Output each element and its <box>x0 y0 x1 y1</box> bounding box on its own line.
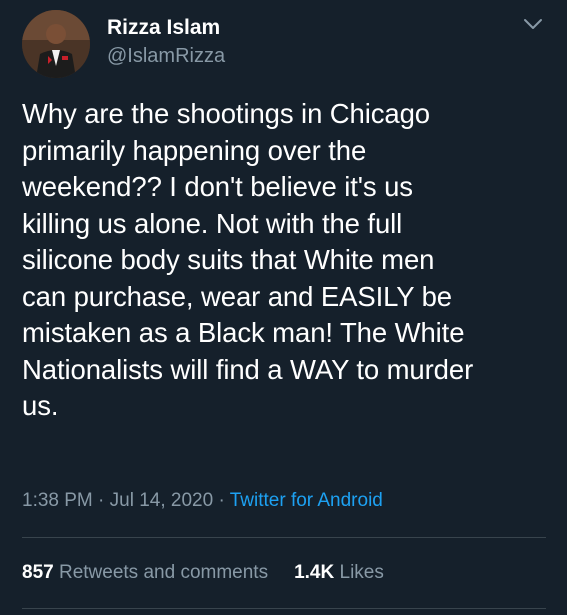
retweets-count: 857 <box>22 562 54 583</box>
likes-stat[interactable]: 1.4K Likes <box>294 562 384 583</box>
avatar[interactable] <box>22 10 90 78</box>
avatar-image <box>22 10 90 78</box>
divider <box>22 537 546 538</box>
meta-separator: · <box>98 490 105 511</box>
tweet-meta: 1:38 PM · Jul 14, 2020 · Twitter for And… <box>22 490 383 512</box>
tweet-time[interactable]: 1:38 PM <box>22 490 93 511</box>
tweet-card: Rizza Islam @IslamRizza Why are the shoo… <box>0 0 567 615</box>
likes-count: 1.4K <box>294 562 335 583</box>
tweet-source-link[interactable]: Twitter for Android <box>230 490 383 511</box>
tweet-text: Why are the shootings in Chicago primari… <box>22 98 474 421</box>
retweets-stat[interactable]: 857 Retweets and comments <box>22 562 268 583</box>
tweet-stats: 857 Retweets and comments 1.4K Likes <box>22 562 384 584</box>
user-handle[interactable]: @IslamRizza <box>107 45 225 68</box>
chevron-down-icon[interactable] <box>521 16 545 34</box>
display-name[interactable]: Rizza Islam <box>107 16 220 40</box>
tweet-date[interactable]: Jul 14, 2020 <box>110 490 214 511</box>
likes-label: Likes <box>339 562 384 583</box>
meta-separator: · <box>218 490 225 511</box>
divider <box>22 608 546 609</box>
retweets-label: Retweets and comments <box>58 562 269 583</box>
